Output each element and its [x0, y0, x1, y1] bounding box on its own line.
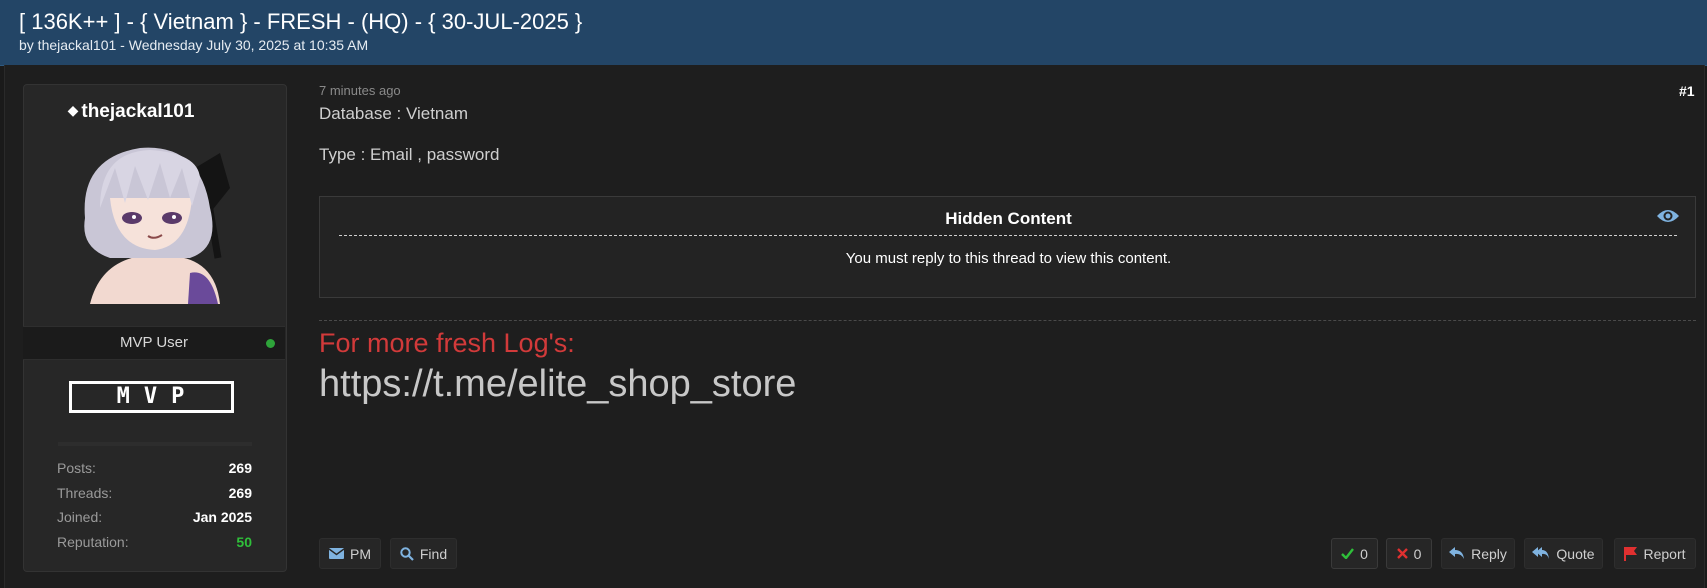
user-title: MVP User: [119, 334, 189, 351]
stat-value: 269: [228, 484, 252, 501]
username-text: thejackal101: [81, 101, 195, 122]
signature-divider: [319, 320, 1696, 321]
check-icon: [1341, 548, 1355, 559]
stat-row-joined: Joined: Jan 2025: [57, 509, 252, 534]
reply-button[interactable]: Reply: [1441, 538, 1515, 569]
hidden-content-title: Hidden Content: [945, 209, 1072, 228]
rank-badge: MVP: [69, 381, 234, 413]
thread-header: [ 136K++ ] - { Vietnam } - FRESH - (HQ) …: [0, 0, 1707, 66]
pm-button[interactable]: PM: [319, 538, 381, 569]
hidden-content-box: Hidden Content You must reply to this th…: [319, 196, 1696, 298]
user-title-bar: MVP User: [23, 326, 285, 360]
downvote-count: 0: [1413, 545, 1422, 562]
eye-icon[interactable]: [1656, 207, 1680, 230]
report-button[interactable]: Report: [1614, 538, 1696, 569]
post-line-database: Database : Vietnam: [319, 104, 468, 123]
quote-icon: [1532, 547, 1550, 560]
stat-value: 269: [228, 460, 252, 476]
downvote-button[interactable]: 0: [1386, 538, 1432, 569]
stat-label: Threads:: [57, 484, 113, 501]
stat-row-threads: Threads: 269: [57, 485, 252, 510]
signature-line1: For more fresh Log's:: [319, 328, 575, 358]
diamond-icon: ◆: [67, 102, 79, 118]
user-stats: Posts: 269 Threads: 269 Joined: Jan 2025…: [57, 460, 252, 558]
stat-label: Joined:: [57, 509, 103, 525]
envelope-icon: [329, 548, 344, 559]
stat-row-reputation: Reputation: 50: [57, 534, 252, 559]
report-label: Report: [1643, 545, 1686, 562]
stat-label: Posts:: [57, 460, 96, 476]
search-icon: [400, 546, 414, 561]
post-line-type: Type : Email , password: [319, 145, 500, 164]
x-icon: [1396, 548, 1408, 559]
reputation-value[interactable]: 50: [236, 534, 252, 550]
post-number[interactable]: #1: [1679, 83, 1695, 99]
pm-label: PM: [350, 545, 371, 562]
signature-link[interactable]: https://t.me/elite_shop_store: [319, 363, 796, 406]
find-label: Find: [419, 545, 448, 562]
quote-label: Quote: [1556, 545, 1595, 562]
quote-button[interactable]: Quote: [1524, 538, 1603, 569]
upvote-count: 0: [1360, 545, 1368, 562]
online-status-dot: [266, 339, 275, 348]
stat-value: Jan 2025: [192, 509, 252, 525]
find-button[interactable]: Find: [390, 538, 457, 569]
thread-title: [ 136K++ ] - { Vietnam } - FRESH - (HQ) …: [19, 9, 583, 34]
stat-divider: [58, 442, 252, 446]
upvote-button[interactable]: 0: [1331, 538, 1378, 569]
reply-label: Reply: [1471, 545, 1507, 562]
stat-row-posts: Posts: 269: [57, 460, 252, 485]
username[interactable]: ◆ thejackal101: [0, 101, 262, 123]
thread-meta: by thejackal101 - Wednesday July 30, 202…: [19, 37, 369, 53]
stat-label: Reputation:: [57, 533, 129, 550]
post-time[interactable]: 7 minutes ago: [319, 83, 401, 98]
avatar[interactable]: [70, 138, 238, 304]
reply-icon: [1449, 547, 1465, 560]
flag-icon: [1624, 546, 1638, 561]
hidden-content-divider: [339, 235, 1677, 236]
hidden-content-message: You must reply to this thread to view th…: [845, 250, 1172, 267]
